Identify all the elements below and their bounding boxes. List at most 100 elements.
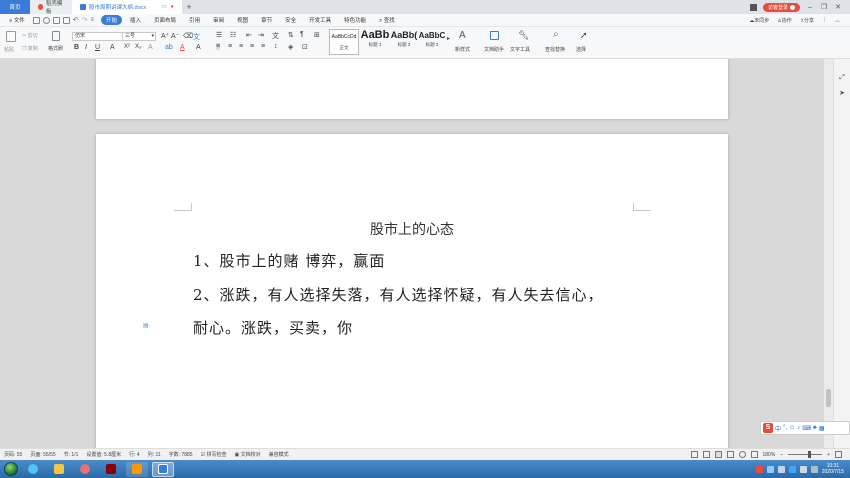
- clear-format-icon[interactable]: ⌫: [183, 32, 193, 40]
- sort-icon[interactable]: ⇅: [288, 31, 294, 39]
- mic-icon[interactable]: ♪: [797, 425, 800, 431]
- save-icon[interactable]: [32, 16, 40, 24]
- minimize-button[interactable]: –: [806, 3, 814, 11]
- text-tools-button[interactable]: 文字工具: [510, 46, 530, 53]
- subscript-button[interactable]: X₂: [135, 44, 141, 50]
- status-col[interactable]: 列: 11: [148, 451, 161, 458]
- tray-volume-icon[interactable]: [810, 465, 818, 473]
- menu-developer[interactable]: 开发工具: [304, 15, 336, 25]
- doc-heading[interactable]: 股市上的心态: [96, 219, 728, 239]
- superscript-button[interactable]: X²: [124, 44, 130, 50]
- doc-check-button[interactable]: ▣ 文档校对: [234, 451, 260, 458]
- show-marks-icon[interactable]: ¶: [300, 31, 304, 38]
- paragraph-handle-icon[interactable]: ▤·: [143, 322, 151, 329]
- justify-icon[interactable]: ≡: [250, 43, 254, 50]
- chinese-layout-icon[interactable]: 文: [272, 31, 279, 41]
- text-effect-icon[interactable]: A: [148, 44, 153, 51]
- font-color-icon[interactable]: A: [180, 44, 185, 51]
- ime-mode[interactable]: 中: [775, 424, 781, 433]
- menu-view[interactable]: 视图: [232, 15, 253, 25]
- fullscreen-icon[interactable]: [690, 451, 698, 458]
- tab-document[interactable]: 股市周期讲课大纲.docx ▭ ●: [72, 0, 182, 14]
- new-style-button[interactable]: 新样式: [455, 46, 470, 53]
- line-spacing-icon[interactable]: ↕: [274, 43, 278, 50]
- web-view-icon[interactable]: [738, 451, 746, 458]
- menu-search[interactable]: ⌕ 查找: [374, 15, 400, 26]
- monitor-icon[interactable]: ▭: [161, 4, 166, 10]
- menu-start[interactable]: 开始: [101, 15, 123, 25]
- menu-features[interactable]: 特色功能: [339, 15, 371, 25]
- menu-page-layout[interactable]: 页面布局: [149, 15, 181, 25]
- menu-review[interactable]: 审阅: [208, 15, 229, 25]
- eye-protection-icon[interactable]: [750, 451, 758, 458]
- tray-display-icon[interactable]: [799, 465, 807, 473]
- phonetic-icon[interactable]: 文: [193, 32, 200, 42]
- outdent-icon[interactable]: ⇤: [246, 31, 252, 39]
- document-area[interactable]: 股市上的心态 1、股市上的赌 博弈，赢面 2、涨跌，有人选择失落，有人选择怀疑，…: [0, 59, 833, 448]
- style-normal[interactable]: AaBbCcDd 正文: [329, 29, 359, 55]
- number-list-icon[interactable]: ☷: [230, 31, 236, 39]
- expand-sidebar-icon[interactable]: ⤢: [838, 74, 846, 82]
- tab-template[interactable]: 稻壳模板: [30, 0, 72, 15]
- tools-icon[interactable]: ▦: [819, 425, 825, 432]
- brush-icon[interactable]: [52, 31, 60, 41]
- scroll-thumb[interactable]: [826, 389, 831, 407]
- underline-button[interactable]: U: [95, 44, 100, 51]
- status-pages[interactable]: 页面: 55/55: [30, 451, 55, 458]
- zoom-slider[interactable]: [788, 451, 823, 458]
- customize-icon[interactable]: ≡: [91, 17, 95, 23]
- new-tab-button[interactable]: +: [182, 0, 196, 14]
- copy-button[interactable]: ❐ 复制: [22, 45, 38, 52]
- tray-shield-icon[interactable]: [788, 465, 796, 473]
- doc-paragraph-1[interactable]: 1、股市上的赌 博弈，赢面: [193, 250, 385, 271]
- cursor-icon[interactable]: ➚: [580, 30, 588, 41]
- sync-status[interactable]: ☁未同步: [749, 17, 769, 24]
- print-icon[interactable]: [42, 16, 50, 24]
- doc-assistant-button[interactable]: 文档助手: [484, 46, 504, 53]
- status-page[interactable]: 页码: 55: [4, 451, 22, 458]
- taskbar-explorer[interactable]: [48, 462, 70, 477]
- taskbar-browser[interactable]: [22, 462, 44, 477]
- login-button[interactable]: 访客登录: [762, 2, 800, 12]
- layout-icon[interactable]: [749, 3, 757, 11]
- pointer-icon[interactable]: ➤: [838, 90, 846, 98]
- start-button[interactable]: [4, 462, 18, 476]
- bold-button[interactable]: B: [74, 44, 79, 51]
- grow-font-icon[interactable]: A⁺: [161, 32, 169, 40]
- restore-button[interactable]: ❐: [820, 3, 828, 11]
- tray-sogou-icon[interactable]: [755, 465, 763, 473]
- bullet-list-icon[interactable]: ☰: [216, 31, 222, 39]
- taskbar-app-dark[interactable]: [100, 462, 122, 477]
- zoom-knob[interactable]: [808, 451, 812, 458]
- find-replace-icon[interactable]: ⌕: [553, 29, 559, 40]
- punct-icon[interactable]: °,: [783, 425, 787, 431]
- vertical-scrollbar[interactable]: [824, 59, 833, 448]
- font-size-select[interactable]: 三号 ▾: [122, 32, 156, 41]
- select-button[interactable]: 选择: [576, 46, 586, 53]
- taskbar-wps-writer[interactable]: [152, 461, 174, 477]
- menu-file[interactable]: ≡ 文件: [4, 15, 30, 25]
- table-icon[interactable]: ⊞: [314, 31, 320, 39]
- zoom-level[interactable]: 180%: [763, 452, 776, 458]
- emoji-icon[interactable]: ☺: [789, 425, 795, 431]
- style-heading-1[interactable]: AaBb 标题 1: [360, 29, 390, 55]
- outline-view-icon[interactable]: [726, 451, 734, 458]
- doc-paragraph-3[interactable]: 耐心。涨跌，买卖，你: [193, 317, 353, 338]
- format-painter-button[interactable]: 格式刷: [48, 45, 63, 52]
- previous-page[interactable]: [96, 59, 728, 119]
- current-page[interactable]: 股市上的心态 1、股市上的赌 博弈，赢面 2、涨跌，有人选择失落，有人选择怀疑，…: [96, 134, 728, 448]
- border-icon[interactable]: ⊡: [302, 43, 308, 51]
- italic-button[interactable]: I: [85, 44, 87, 51]
- paste-button[interactable]: 粘贴: [4, 46, 14, 53]
- shading-icon[interactable]: ◈: [288, 43, 293, 51]
- menu-chapter[interactable]: 章节: [256, 15, 277, 25]
- ime-toolbar[interactable]: S 中 °, ☺ ♪ ⌨ ♣ ▦: [760, 421, 850, 435]
- styles-more-icon[interactable]: ▸: [447, 35, 450, 42]
- undo-icon[interactable]: ↶: [73, 16, 79, 24]
- collab-button[interactable]: ♙协作: [777, 17, 792, 24]
- indent-icon[interactable]: ⇥: [258, 31, 264, 39]
- more-icon[interactable]: ⋮: [822, 17, 827, 24]
- cut-button[interactable]: ✂ 剪切: [22, 32, 38, 39]
- strikethrough-button[interactable]: A: [110, 44, 115, 51]
- preview-icon[interactable]: [52, 16, 60, 24]
